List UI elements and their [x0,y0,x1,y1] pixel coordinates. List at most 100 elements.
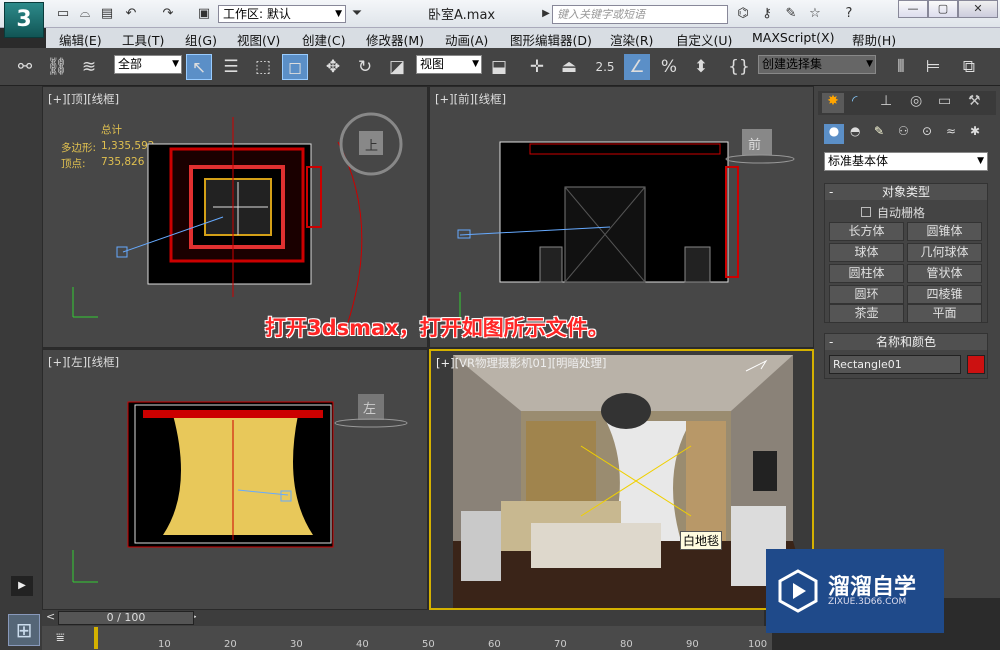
search-input[interactable]: 键入关键字或短语 [552,5,728,24]
named-selection-set-dropdown[interactable]: 创建选择集 ▼ [758,55,876,74]
create-tab-icon[interactable]: ✸ [822,93,844,113]
rotate-icon[interactable]: ↻ [352,54,378,80]
time-cursor[interactable] [94,627,98,649]
key-icon[interactable]: ⚷ [759,6,775,22]
pyramid-button[interactable]: 四棱锥 [907,285,982,304]
pivot-center-icon[interactable]: ⬓ [486,54,512,80]
communication-icon[interactable]: ✎ [783,6,799,22]
teapot-button[interactable]: 茶壶 [829,304,904,323]
geometry-icon[interactable]: ● [824,124,844,144]
menu-create[interactable]: 创建(C) [302,30,345,49]
percent-snap-icon[interactable]: % [656,54,682,80]
move-icon[interactable]: ✥ [320,54,346,80]
name-color-header[interactable]: - 名称和颜色 [825,334,987,350]
viewport-camera[interactable]: [+][VR物理摄影机01][明暗处理] 白地毯 [429,349,814,610]
align-icon[interactable]: ⊨ [920,54,946,80]
menu-rendering[interactable]: 渲染(R) [610,30,653,49]
cameras-icon[interactable]: ⚇ [898,124,909,138]
redo-icon[interactable]: ↷ [160,6,176,22]
play-icon[interactable]: ▶ [11,576,33,596]
menu-modifiers[interactable]: 修改器(M) [366,30,424,49]
close-button[interactable]: ✕ [958,0,998,18]
open-file-icon[interactable]: ⌓ [77,6,93,22]
menu-customize[interactable]: 自定义(U) [676,30,732,49]
modify-tab-icon[interactable]: ◜ [852,93,857,109]
timeline-track[interactable]: ⩸ 10 20 30 40 50 60 70 80 90 100 [42,626,772,650]
app-logo-button[interactable]: 3 [4,2,44,38]
keyboard-shortcut-override-icon[interactable]: ⏏ [556,54,582,80]
viewport-layout-icon[interactable]: ⊞ [8,614,40,646]
reference-coordinate-dropdown[interactable]: 视图 ▼ [416,55,482,74]
tube-button[interactable]: 管状体 [907,264,982,283]
rectangular-selection-icon[interactable]: ⬚ [250,54,276,80]
quick-access-menu-icon[interactable]: ⏷ [349,6,365,22]
menu-edit[interactable]: 编辑(E) [59,30,102,49]
autogrid-checkbox[interactable]: 自动栅格 [861,204,925,221]
frame-counter[interactable]: 0 / 100 [58,611,194,625]
box-button[interactable]: 长方体 [829,222,904,241]
primitive-type-dropdown[interactable]: 标准基本体 ▼ [824,152,988,171]
edit-named-selection-icon[interactable]: {} [726,54,752,80]
favorites-star-icon[interactable]: ☆ [807,6,823,22]
display-tab-icon[interactable]: ▭ [938,93,951,109]
selection-filter-dropdown[interactable]: 全部 ▼ [114,55,182,74]
object-color-swatch[interactable] [967,355,985,374]
window-crossing-icon[interactable]: ◻ [282,54,308,80]
restore-button[interactable]: ▢ [928,0,958,18]
systems-icon[interactable]: ✱ [970,124,980,138]
angle-snap-icon[interactable]: ∠ [624,54,650,80]
undo-icon[interactable]: ↶ [123,6,139,22]
mirror-icon[interactable]: ⫴ [888,54,914,80]
viewport-top[interactable]: [+][顶][线框] 总计 多边形: 1,335,592 顶点: 735,826… [42,86,428,348]
viewcube-left[interactable]: 左 [363,398,376,417]
sphere-button[interactable]: 球体 [829,243,904,262]
helpers-icon[interactable]: ⊙ [922,124,932,138]
binoculars-icon[interactable]: ⌬ [735,6,751,22]
viewcube-top[interactable]: 上 [365,135,378,154]
cone-button[interactable]: 圆锥体 [907,222,982,241]
torus-button[interactable]: 圆环 [829,285,904,304]
viewport-camera-label[interactable]: [+][VR物理摄影机01][明暗处理] [436,355,607,371]
new-file-icon[interactable]: ▭ [55,6,71,22]
minimize-button[interactable]: — [898,0,928,18]
select-by-name-icon[interactable]: ☰ [218,54,244,80]
help-icon[interactable]: ? [841,6,857,22]
select-manipulate-icon[interactable]: ✛ [524,54,550,80]
space-warps-icon[interactable]: ≈ [946,124,956,138]
save-icon[interactable]: ▤ [99,6,115,22]
menu-views[interactable]: 视图(V) [237,30,280,49]
tick-label: 50 [422,639,435,650]
menu-graph-editors[interactable]: 图形编辑器(D) [510,30,592,49]
project-folder-icon[interactable]: ▣ [196,6,212,22]
menu-maxscript[interactable]: MAXScript(X) [752,30,834,45]
time-slider-prev-icon[interactable]: < [46,610,55,623]
mini-curve-editor-icon[interactable]: ⩸ [56,630,65,646]
link-icon[interactable]: ⚯ [12,54,38,80]
bind-space-warp-icon[interactable]: ≋ [76,54,102,80]
cylinder-button[interactable]: 圆柱体 [829,264,904,283]
lights-icon[interactable]: ✎ [874,124,884,138]
snaps-toggle-icon[interactable]: 2.5 [592,54,618,80]
scale-icon[interactable]: ◪ [384,54,410,80]
menu-animation[interactable]: 动画(A) [445,30,488,49]
shapes-icon[interactable]: ◓ [850,124,860,138]
geosphere-button[interactable]: 几何球体 [907,243,982,262]
unlink-icon[interactable]: ⛓ [44,54,70,80]
select-object-icon[interactable]: ↖ [186,54,212,80]
layer-manager-icon[interactable]: ⧉ [956,54,982,80]
viewport-front[interactable]: [+][前][线框] 前 [429,86,814,348]
utilities-tab-icon[interactable]: ⚒ [968,93,981,109]
tutorial-caption: 打开3dsmax，打开如图所示文件。 [265,316,609,340]
spinner-snap-icon[interactable]: ⬍ [688,54,714,80]
viewcube-front[interactable]: 前 [748,134,761,153]
menu-tools[interactable]: 工具(T) [122,30,164,49]
plane-button[interactable]: 平面 [907,304,982,323]
viewport-left[interactable]: [+][左][线框] 左 [42,349,428,610]
object-name-field[interactable]: Rectangle01 [829,355,961,374]
menu-group[interactable]: 组(G) [185,30,217,49]
hierarchy-tab-icon[interactable]: ⊥ [880,93,892,109]
menu-help[interactable]: 帮助(H) [852,30,896,49]
workspace-dropdown[interactable]: 工作区: 默认 ▼ [218,5,346,23]
motion-tab-icon[interactable]: ◎ [910,93,922,109]
object-type-header[interactable]: - 对象类型 [825,184,987,200]
